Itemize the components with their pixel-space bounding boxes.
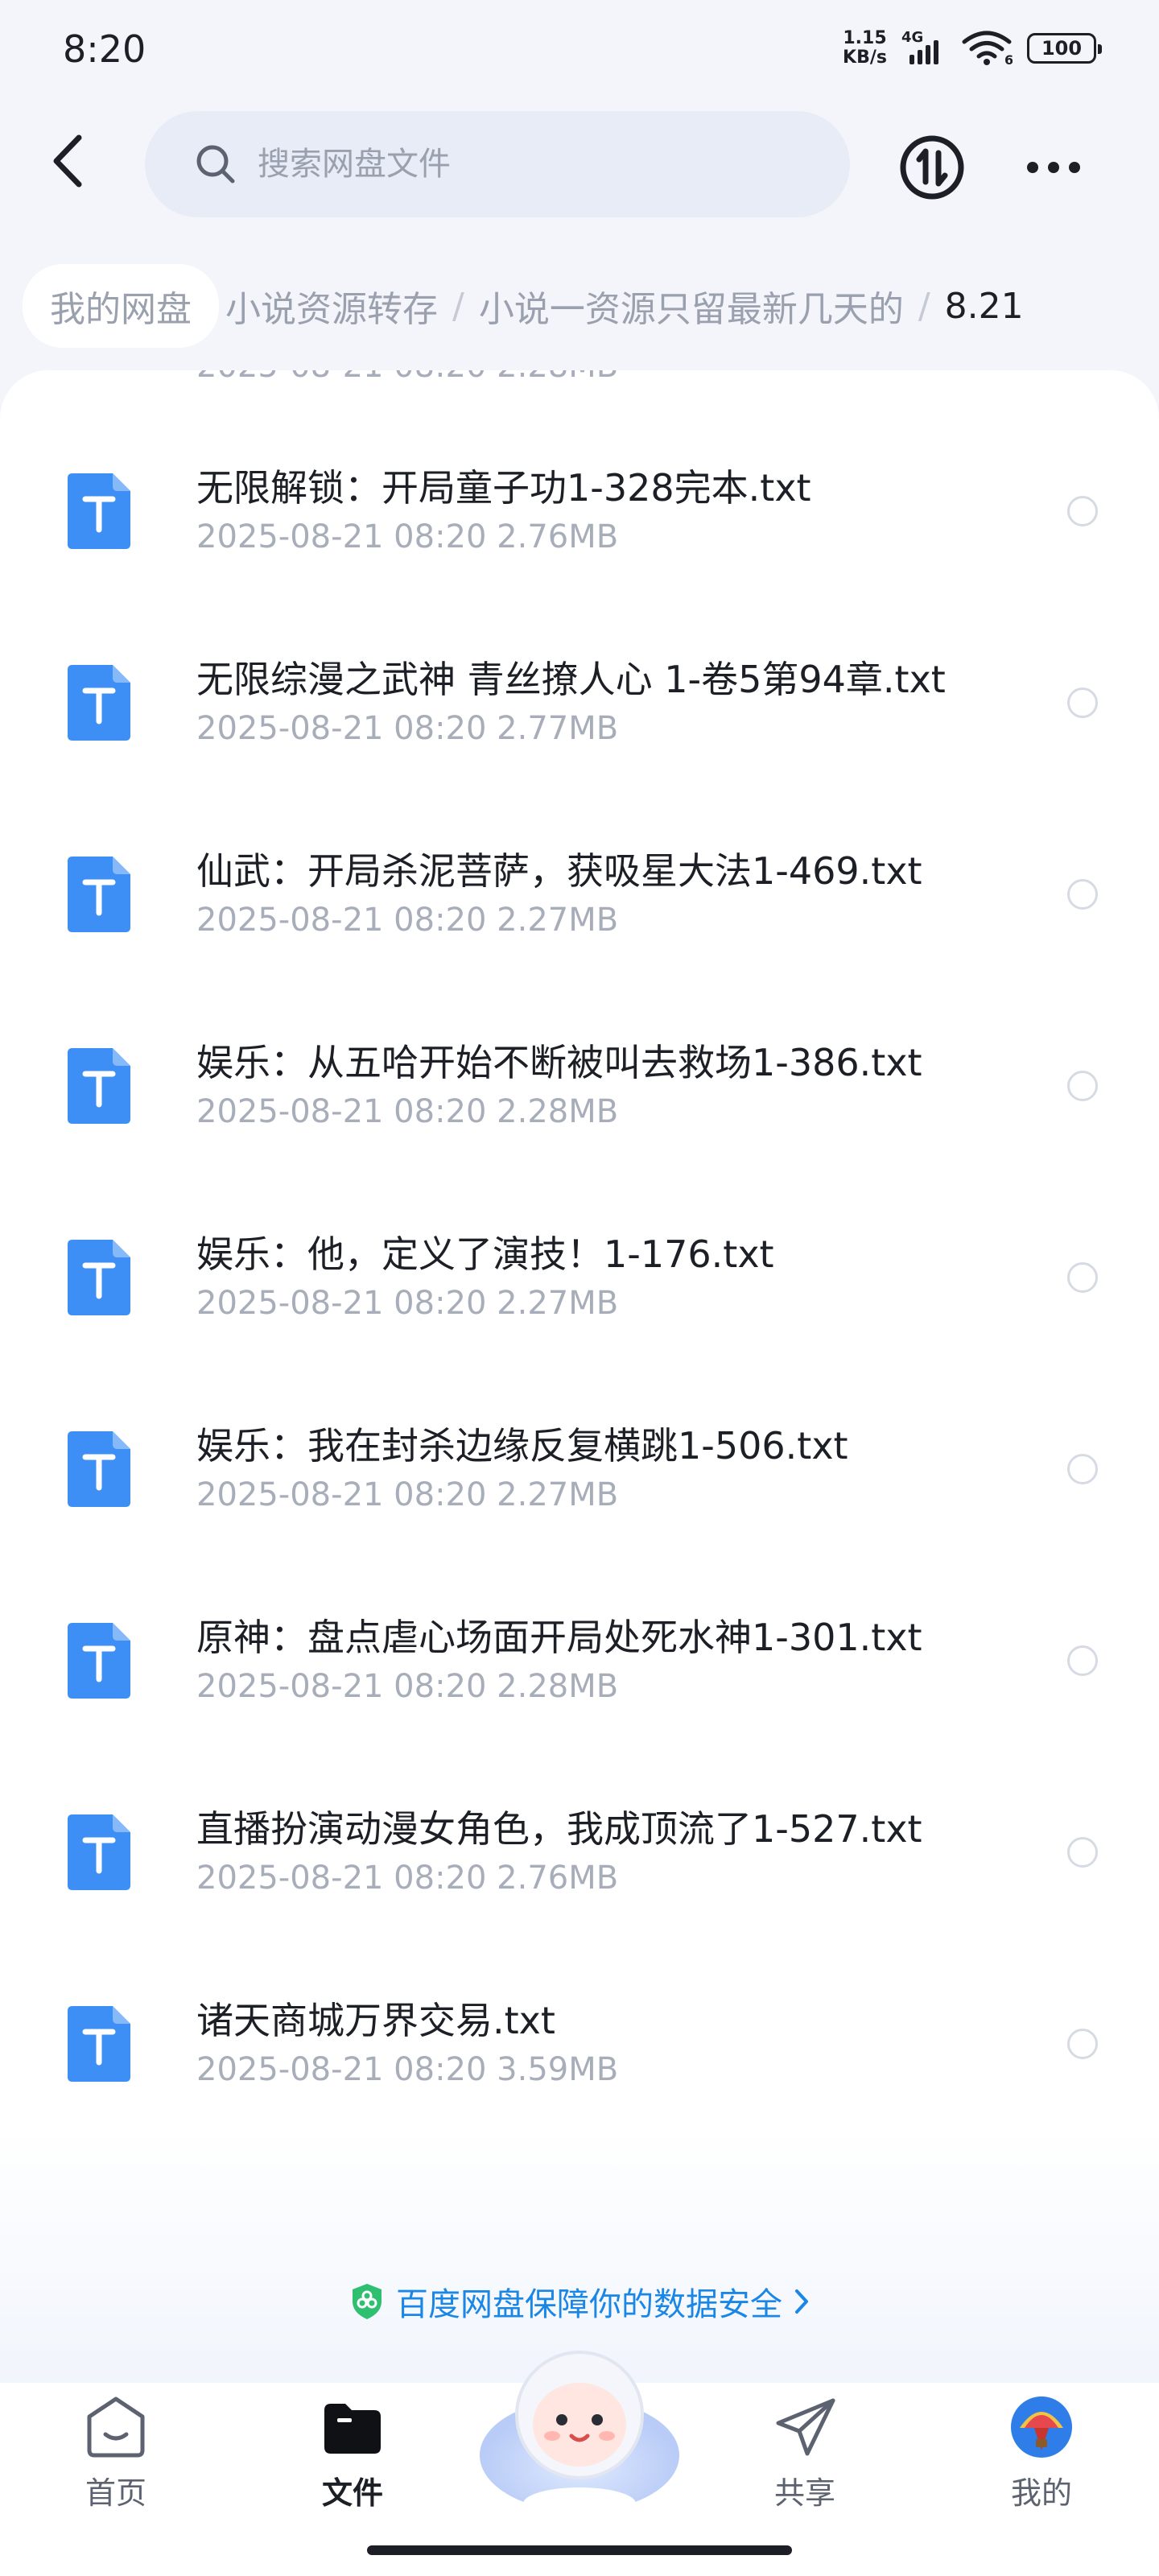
file-meta: 2025-08-21 08:20 2.76MB bbox=[196, 518, 619, 555]
txt-file-icon bbox=[68, 857, 130, 932]
file-row[interactable]: 娱乐：从五哈开始不断被叫去救场1-386.txt 2025-08-21 08:20… bbox=[0, 993, 1159, 1185]
network-speed: 1.15 KB/s bbox=[843, 29, 887, 68]
file-row[interactable]: 无限综漫之武神 青丝撩人心 1-卷5第94章.txt 2025-08-21 08:… bbox=[0, 610, 1159, 802]
cellular-signal-icon: 4G bbox=[901, 29, 947, 64]
txt-file-icon bbox=[68, 1240, 130, 1315]
select-checkbox[interactable] bbox=[1067, 1454, 1098, 1484]
file-name: 无限综漫之武神 青丝撩人心 1-卷5第94章.txt bbox=[196, 658, 946, 701]
nav-mine[interactable]: 我的 bbox=[977, 2391, 1106, 2528]
transfer-icon[interactable] bbox=[898, 134, 966, 201]
txt-file-icon bbox=[68, 665, 130, 741]
assistant-mascot-icon[interactable] bbox=[475, 2318, 684, 2528]
network-type: 4G bbox=[901, 29, 924, 46]
search-bar[interactable] bbox=[145, 111, 850, 217]
txt-file-icon bbox=[68, 473, 130, 549]
select-checkbox[interactable] bbox=[1067, 1837, 1098, 1868]
file-meta: 2025-08-21 08:20 3.59MB bbox=[196, 2051, 619, 2088]
file-name: 娱乐：从五哈开始不断被叫去救场1-386.txt bbox=[196, 1041, 922, 1084]
search-icon bbox=[196, 145, 235, 184]
share-icon bbox=[776, 2398, 835, 2456]
breadcrumb-item[interactable]: 小说资源转存 bbox=[219, 280, 444, 332]
nav-files[interactable]: 文件 bbox=[288, 2391, 417, 2528]
home-icon bbox=[87, 2396, 145, 2458]
file-meta-partial: 2025-08-21 08:20 2.28MB bbox=[196, 370, 618, 385]
file-name: 娱乐：他，定义了演技！1-176.txt bbox=[196, 1232, 774, 1276]
home-indicator[interactable] bbox=[367, 2545, 792, 2555]
select-checkbox[interactable] bbox=[1067, 1645, 1098, 1676]
file-row[interactable]: 娱乐：我在封杀边缘反复横跳1-506.txt 2025-08-21 08:20 2… bbox=[0, 1377, 1159, 1568]
breadcrumb-root[interactable]: 我的网盘 bbox=[23, 264, 219, 348]
file-meta: 2025-08-21 08:20 2.27MB bbox=[196, 1476, 619, 1513]
file-name: 仙武：开局杀泥菩萨，获吸星大法1-469.txt bbox=[196, 849, 922, 893]
file-row[interactable]: 诸天商城万界交易.txt 2025-08-21 08:20 3.59MB bbox=[0, 1951, 1159, 2143]
nav-mine-label: 我的 bbox=[1010, 2475, 1072, 2511]
file-name: 无限解锁：开局童子功1-328完本.txt bbox=[196, 466, 811, 510]
file-meta: 2025-08-21 08:20 2.77MB bbox=[196, 710, 619, 747]
nav-share-label: 共享 bbox=[773, 2475, 835, 2511]
file-row[interactable]: 仙武：开局杀泥菩萨，获吸星大法1-469.txt 2025-08-21 08:20… bbox=[0, 802, 1159, 993]
file-meta: 2025-08-21 08:20 2.28MB bbox=[196, 1093, 619, 1130]
breadcrumb-item[interactable]: 小说一资源只留最新几天的 bbox=[472, 280, 910, 332]
battery-level: 100 bbox=[1041, 37, 1083, 60]
file-name: 直播扮演动漫女角色，我成顶流了1-527.txt bbox=[196, 1807, 922, 1851]
txt-file-icon bbox=[68, 1623, 130, 1699]
breadcrumb: 我的网盘 小说资源转存 / 小说一资源只留最新几天的 / 8.21 bbox=[23, 264, 1024, 348]
nav-share[interactable]: 共享 bbox=[740, 2391, 869, 2528]
file-meta: 2025-08-21 08:20 2.27MB bbox=[196, 902, 619, 939]
nav-home[interactable]: 首页 bbox=[52, 2391, 180, 2528]
file-meta: 2025-08-21 08:20 2.28MB bbox=[196, 1668, 619, 1705]
wifi-label: 6 bbox=[1004, 52, 1013, 66]
status-time: 8:20 bbox=[63, 27, 146, 71]
chevron-right-icon bbox=[795, 2289, 808, 2314]
shield-icon bbox=[353, 2284, 382, 2319]
breadcrumb-separator: / bbox=[918, 285, 930, 327]
file-row[interactable]: 娱乐：他，定义了演技！1-176.txt 2025-08-21 08:20 2.2… bbox=[0, 1185, 1159, 1377]
file-list: 2025-08-21 08:20 2.28MB 无限解锁：开局童子功1-328完… bbox=[0, 370, 1159, 2383]
more-icon[interactable] bbox=[1017, 134, 1090, 201]
file-row[interactable]: 原神：盘点虐心场面开局处死水神1-301.txt 2025-08-21 08:20… bbox=[0, 1568, 1159, 1760]
nav-home-label: 首页 bbox=[85, 2475, 146, 2511]
file-row[interactable]: 直播扮演动漫女角色，我成顶流了1-527.txt 2025-08-21 08:20… bbox=[0, 1760, 1159, 1951]
file-name: 诸天商城万界交易.txt bbox=[196, 1999, 555, 2042]
file-row[interactable]: 无限解锁：开局童子功1-328完本.txt 2025-08-21 08:20 2.… bbox=[0, 419, 1159, 610]
select-checkbox[interactable] bbox=[1067, 1262, 1098, 1293]
txt-file-icon bbox=[68, 2006, 130, 2082]
select-checkbox[interactable] bbox=[1067, 496, 1098, 526]
txt-file-icon bbox=[68, 1431, 130, 1507]
network-speed-unit: KB/s bbox=[843, 47, 887, 68]
avatar bbox=[1011, 2396, 1072, 2458]
file-name: 娱乐：我在封杀边缘反复横跳1-506.txt bbox=[196, 1424, 848, 1468]
search-input[interactable] bbox=[258, 146, 773, 183]
breadcrumb-current: 8.21 bbox=[944, 285, 1024, 327]
select-checkbox[interactable] bbox=[1067, 687, 1098, 718]
file-name: 原神：盘点虐心场面开局处死水神1-301.txt bbox=[196, 1616, 922, 1659]
file-meta: 2025-08-21 08:20 2.76MB bbox=[196, 1860, 619, 1897]
file-meta: 2025-08-21 08:20 2.27MB bbox=[196, 1285, 619, 1322]
txt-file-icon bbox=[68, 1814, 130, 1890]
txt-file-icon bbox=[68, 1048, 130, 1124]
select-checkbox[interactable] bbox=[1067, 2029, 1098, 2059]
breadcrumb-separator: / bbox=[452, 285, 464, 327]
header bbox=[0, 105, 1159, 225]
battery-icon: 100 bbox=[1027, 33, 1102, 64]
network-speed-value: 1.15 bbox=[843, 28, 887, 48]
back-button[interactable] bbox=[35, 129, 100, 193]
select-checkbox[interactable] bbox=[1067, 1071, 1098, 1101]
nav-files-label: 文件 bbox=[321, 2475, 383, 2511]
status-bar: 8:20 1.15 KB/s 4G 6 100 bbox=[0, 0, 1159, 105]
wifi-icon: 6 bbox=[962, 31, 1013, 66]
folder-icon bbox=[324, 2404, 381, 2454]
select-checkbox[interactable] bbox=[1067, 879, 1098, 910]
back-arrow-icon bbox=[53, 134, 82, 188]
status-icons: 1.15 KB/s 4G 6 100 bbox=[843, 29, 1102, 68]
